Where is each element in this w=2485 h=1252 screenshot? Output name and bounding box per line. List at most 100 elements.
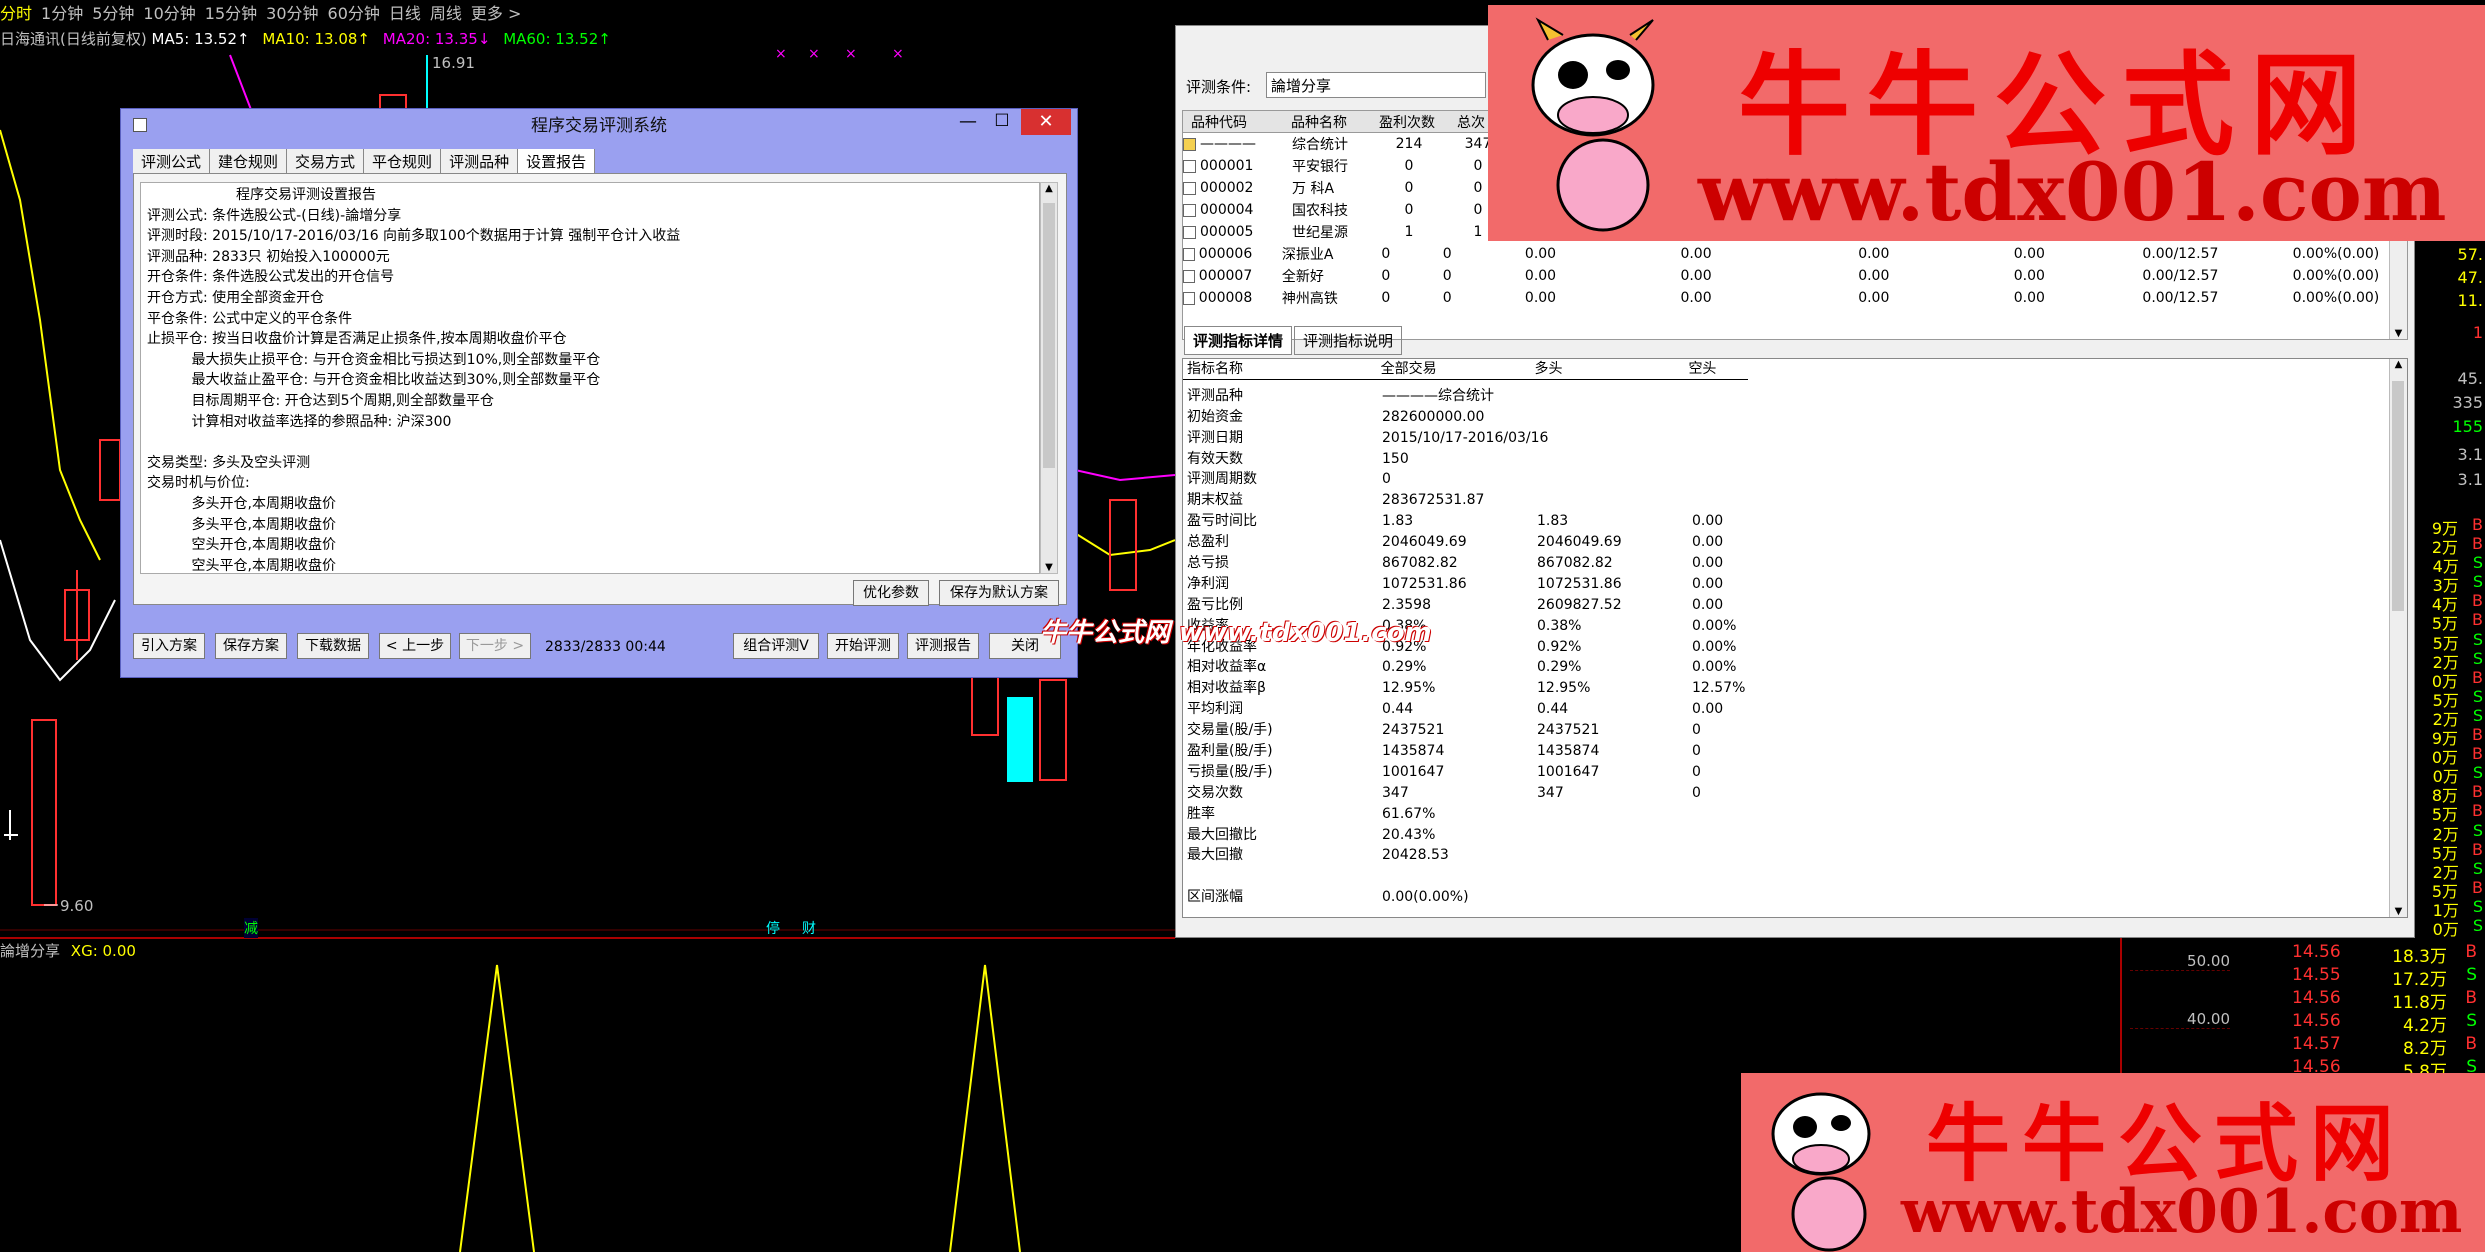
ad-banner-top[interactable]: 牛牛公式网 www.tdx001.com	[1488, 5, 2485, 241]
save-default-button[interactable]: 保存为默认方案	[939, 580, 1059, 606]
event-marker[interactable]: 财	[802, 918, 816, 938]
close-icon[interactable]: ✕	[1021, 109, 1071, 135]
scroll-up-icon[interactable]: ▲	[1041, 183, 1057, 194]
scroll-up-icon[interactable]: ▲	[2390, 359, 2407, 370]
tab-symbols[interactable]: 评测品种	[441, 149, 519, 173]
metric-row[interactable]: 净利润 1072531.86 1072531.86 0.00	[1187, 574, 2407, 595]
period-tab[interactable]: 10分钟	[143, 4, 195, 23]
period-tab[interactable]: 30分钟	[266, 4, 318, 23]
metric-row[interactable]: 总亏损 867082.82 867082.82 0.00	[1187, 553, 2407, 574]
checkbox[interactable]	[1183, 247, 1195, 261]
period-tab[interactable]: 1分钟	[41, 4, 83, 23]
metric-name: 初始资金	[1187, 408, 1243, 425]
tab-trade-mode[interactable]: 交易方式	[287, 149, 365, 173]
metric-all: 150	[1382, 450, 1409, 467]
metric-row[interactable]: 总盈利 2046049.69 2046049.69 0.00	[1187, 532, 2407, 553]
metric-row[interactable]: 相对收益率β 12.95% 12.95% 12.57%	[1187, 678, 2407, 699]
tab-settings-report[interactable]: 设置报告	[518, 149, 596, 173]
report-text[interactable]: 程序交易评测设置报告 评测公式: 条件选股公式-(日线)-論增分享 评测时段: 20…	[140, 182, 1040, 574]
event-marker[interactable]: 减	[244, 918, 258, 938]
stat-cell: 0.00	[1524, 290, 1557, 306]
metric-row[interactable]: 最大回撤 20428.53	[1187, 845, 2407, 866]
scroll-thumb[interactable]	[2392, 381, 2404, 611]
checkbox[interactable]	[1183, 159, 1196, 173]
buy-sell-flag: B	[2465, 988, 2477, 1008]
backtest-dialog[interactable]: 程序交易评测系统 — ☐ ✕ 评测公式 建仓规则 交易方式 平仓规则 评测品种 …	[120, 108, 1078, 678]
metric-short	[1692, 428, 1752, 449]
tab-metric-explain[interactable]: 评测指标说明	[1294, 326, 1403, 355]
minimize-icon[interactable]: —	[953, 111, 983, 137]
combo-test-button[interactable]: 组合评测V	[733, 633, 819, 659]
table-row[interactable]: 000008 神州高铁 0 0 0.00 0.00 0.00 0.00 0.00/12.57 0.…	[1183, 287, 2407, 309]
metric-row[interactable]: 交易次数 347 347 0	[1187, 783, 2407, 804]
start-test-button[interactable]: 开始评测	[827, 633, 899, 659]
next-step-button[interactable]: 下一步 >	[459, 633, 531, 659]
table-row[interactable]: 000006 深振业A 0 0 0.00 0.00 0.00 0.00 0.00/12.57 0.…	[1183, 243, 2407, 265]
symbol-code: 000002	[1200, 180, 1254, 196]
metric-name	[1187, 866, 1382, 887]
metric-row[interactable]: 胜率 61.67%	[1187, 804, 2407, 825]
tab-formula[interactable]: 评测公式	[133, 149, 211, 173]
folder-icon[interactable]	[1183, 137, 1196, 151]
checkbox[interactable]	[1183, 269, 1195, 283]
stat-cell: 0.00	[1858, 246, 1890, 262]
tab-open-rule[interactable]: 建仓规则	[210, 149, 288, 173]
metric-row[interactable]: 评测日期 2015/10/17-2016/03/16	[1187, 428, 2407, 449]
checkbox[interactable]	[1183, 181, 1196, 195]
metric-row[interactable]: 有效天数 150	[1187, 449, 2407, 470]
period-tab[interactable]: 分时	[0, 4, 32, 23]
metric-row[interactable]: 初始资金 282600000.00	[1187, 407, 2407, 428]
col-header[interactable]: 盈利次数	[1371, 112, 1449, 132]
scroll-down-icon[interactable]: ▼	[2390, 328, 2407, 339]
tab-metric-detail[interactable]: 评测指标详情	[1184, 326, 1293, 355]
col-header[interactable]: 品种名称	[1281, 112, 1371, 132]
period-tab[interactable]: 日线	[389, 4, 421, 23]
buy-sell-flag: B	[2472, 877, 2483, 897]
metric-row[interactable]: 评测品种 ————综合统计	[1187, 386, 2407, 407]
metric-row[interactable]: 亏损量(股/手) 1001647 1001647 0	[1187, 762, 2407, 783]
report-line: 评测时段: 2015/10/17-2016/03/16 向前多取100个数据用于…	[147, 228, 681, 245]
period-tab[interactable]: 60分钟	[328, 4, 380, 23]
ad-banner-bottom[interactable]: 牛牛公式网 www.tdx001.com	[1741, 1073, 2485, 1252]
metric-all: 347	[1382, 784, 1409, 801]
buy-sell-flag: S	[2466, 965, 2477, 985]
metric-all: 0.29%	[1382, 659, 1427, 676]
import-plan-button[interactable]: 引入方案	[133, 633, 205, 659]
metric-row[interactable]: 平均利润 0.44 0.44 0.00	[1187, 699, 2407, 720]
period-tab[interactable]: 周线	[430, 4, 462, 23]
checkbox[interactable]	[1183, 225, 1196, 239]
save-plan-button[interactable]: 保存方案	[215, 633, 287, 659]
metric-all: 1001647	[1382, 763, 1445, 780]
edge-value: 335	[2452, 393, 2483, 412]
test-report-button[interactable]: 评测报告	[907, 633, 979, 659]
checkbox[interactable]	[1183, 291, 1195, 305]
table-row[interactable]: 000007 全新好 0 0 0.00 0.00 0.00 0.00 0.00/12.57 0.0…	[1183, 265, 2407, 287]
metric-row[interactable]: 评测周期数 0	[1187, 469, 2407, 490]
download-data-button[interactable]: 下载数据	[297, 633, 369, 659]
tab-close-rule[interactable]: 平仓规则	[364, 149, 442, 173]
prev-step-button[interactable]: < 上一步	[379, 633, 451, 659]
scroll-down-icon[interactable]: ▼	[1041, 562, 1057, 573]
report-scrollbar[interactable]: ▲ ▼	[1040, 182, 1058, 574]
cow-logo-icon	[1771, 1092, 1871, 1252]
period-tab[interactable]: 15分钟	[205, 4, 257, 23]
maximize-icon[interactable]: ☐	[987, 111, 1017, 137]
more-button[interactable]: 更多 >	[471, 4, 522, 23]
col-header[interactable]: 品种代码	[1183, 112, 1281, 132]
metric-row[interactable]: 盈亏时间比 1.83 1.83 0.00	[1187, 511, 2407, 532]
metric-row[interactable]: 盈利量(股/手) 1435874 1435874 0	[1187, 741, 2407, 762]
condition-field[interactable]: 論增分享	[1266, 72, 1486, 98]
optimize-button[interactable]: 优化参数	[853, 580, 929, 606]
metrics-scrollbar[interactable]: ▲ ▼	[2389, 359, 2407, 917]
event-marker[interactable]: 停	[766, 918, 780, 938]
scroll-thumb[interactable]	[1043, 203, 1055, 468]
period-tab[interactable]: 5分钟	[92, 4, 134, 23]
metric-row[interactable]: 相对收益率α 0.29% 0.29% 0.00%	[1187, 657, 2407, 678]
scroll-down-icon[interactable]: ▼	[2390, 906, 2407, 917]
metric-row[interactable]: 区间涨幅 0.00(0.00%)	[1187, 887, 2407, 908]
metric-row[interactable]: 期末权益 283672531.87	[1187, 490, 2407, 511]
checkbox[interactable]	[1183, 203, 1196, 217]
metric-row[interactable]	[1187, 866, 2407, 887]
metric-row[interactable]: 最大回撤比 20.43%	[1187, 825, 2407, 846]
metric-row[interactable]: 交易量(股/手) 2437521 2437521 0	[1187, 720, 2407, 741]
